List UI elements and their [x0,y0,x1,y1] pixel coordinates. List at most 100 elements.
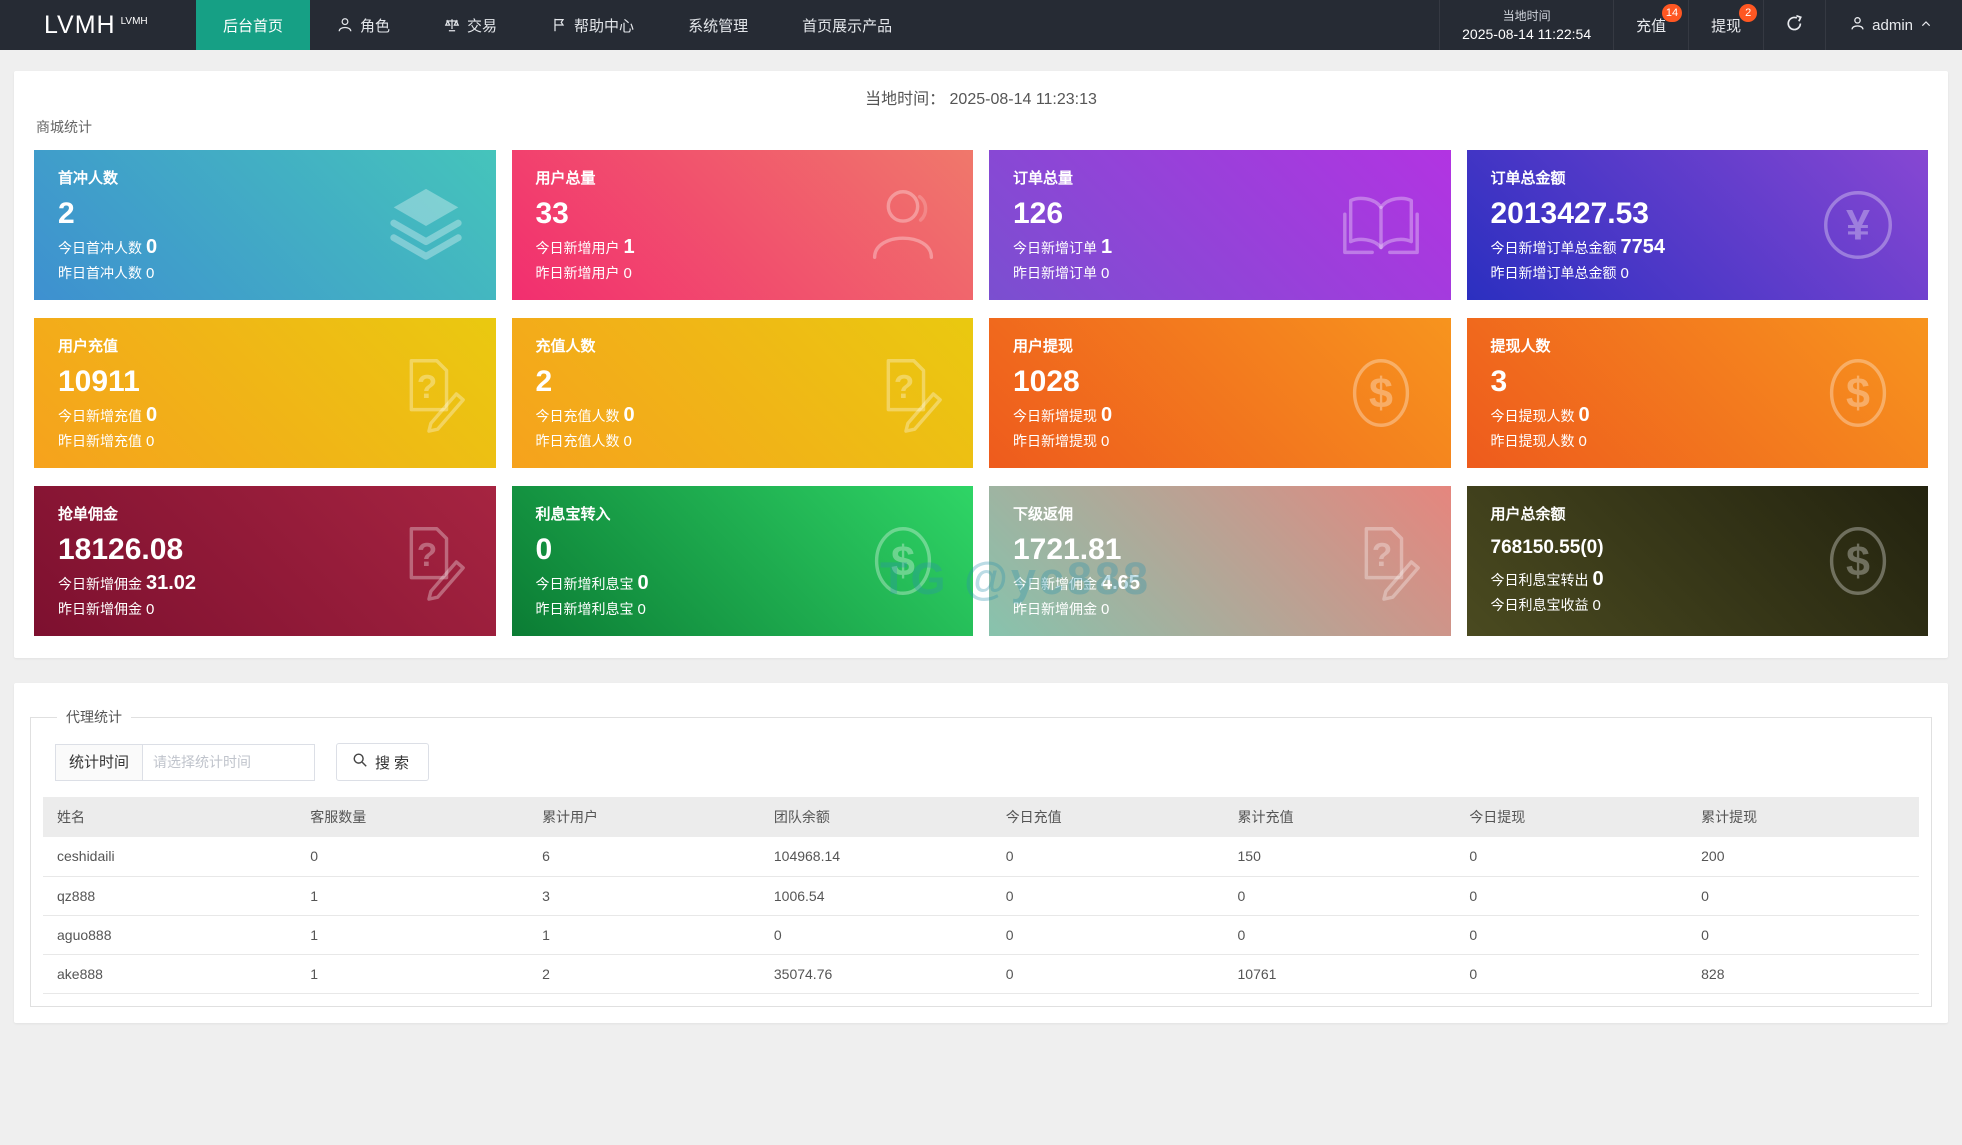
svg-text:?: ? [416,369,436,406]
user-icon [1850,16,1865,35]
stat-card: 用户总量 33 今日新增用户 1 昨日新增用户 0 [511,150,973,300]
filter-input-group: 统计时间 [55,743,316,781]
stat-today-label: 今日充值人数 [535,408,620,424]
stat-yesterday-value: 0 [146,433,155,450]
search-button[interactable]: 搜索 [336,743,430,781]
table-cell: 0 [1687,876,1919,916]
stat-yesterday-value: 0 [1101,433,1110,450]
table-cell: 10761 [1223,954,1456,994]
stat-yesterday-label: 昨日提现人数 [1490,433,1575,449]
nav-item-3[interactable]: 交易 [417,0,524,50]
table-cell: 0 [1223,876,1456,916]
stat-today-value: 1 [1101,236,1113,258]
refresh-icon [1786,14,1803,36]
stat-yesterday-label: 昨日新增提现 [1013,433,1097,449]
app-logo-text: LVMH [44,10,116,39]
stat-yesterday-label: 昨日新增订单总金额 [1490,265,1617,281]
table-cell: 6 [528,837,760,877]
refresh-button[interactable] [1763,0,1825,50]
stat-time-input[interactable] [143,743,316,781]
nav-item-label: 角色 [360,17,391,35]
stat-card: 用户总余额 768150.55(0) 今日利息宝转出 0 今日利息宝收益 0 $ [1466,486,1928,636]
table-header-cell: 今日提现 [1455,797,1688,837]
dollar-circle-icon: $ [859,517,947,605]
table-cell: 0 [991,954,1224,994]
svg-text:¥: ¥ [1846,202,1870,250]
svg-text:?: ? [416,537,436,574]
stat-yesterday-label: 今日利息宝收益 [1490,597,1589,613]
search-icon [352,752,368,772]
table-cell: ake888 [43,954,297,994]
dollar-circle-icon: $ [1337,349,1425,437]
stat-yesterday-label: 昨日充值人数 [535,433,620,449]
table-cell: 1 [528,915,760,955]
nav-item-1[interactable]: 后台首页 [196,0,311,50]
stat-today-value: 0 [1578,404,1590,426]
table-header-row: 姓名 客服数量 累计用户 团队余额 今日充值 累计充值 今日提现 累计提现 [43,797,1919,837]
table-header-cell: 团队余额 [759,797,992,837]
table-row: ake888 1 2 35074.76 0 10761 0 828 [43,954,1919,994]
table-header-cell: 今日充值 [991,797,1224,837]
topbar: LVMH LVMH 后台首页 角色 交易 帮助中心 系统管理 首页展示产品 当地时间 202… [0,0,1962,50]
stat-today-value: 4.65 [1101,572,1140,594]
user-name: admin [1872,16,1913,34]
stat-today-label: 今日新增利息宝 [535,576,634,592]
edit-doc-icon: ? [1337,517,1425,605]
table-cell: 0 [1455,915,1688,955]
table-row: qz888 1 3 1006.54 0 0 0 0 [43,876,1919,916]
nav-item-2[interactable]: 角色 [310,0,417,50]
stat-yesterday-value: 0 [1592,597,1601,614]
withdraw-label: 提现 [1711,17,1742,35]
stat-card: 提现人数 3 今日提现人数 0 昨日提现人数 0 $ [1466,318,1928,468]
table-cell: 0 [759,915,992,955]
stat-card: 下级返佣 1721.81 今日新增佣金 4.65 昨日新增佣金 0? [989,486,1451,636]
panel-time-value: 2025-08-14 11:23:13 [949,91,1097,108]
stat-card: 利息宝转入 0 今日新增利息宝 0 昨日新增利息宝 0 $ [511,486,973,636]
edit-doc-icon: ? [382,517,470,605]
table-cell: qz888 [43,876,297,916]
withdraw-button[interactable]: 提现 2 [1688,0,1763,50]
stat-card: 充值人数 2 今日充值人数 0 昨日充值人数 0? [511,318,973,468]
search-button-label: 搜索 [375,754,414,772]
flag-icon [551,17,567,33]
stat-yesterday-label: 昨日新增佣金 [1013,601,1097,617]
scales-icon [444,17,460,33]
nav-item-label: 帮助中心 [574,17,635,35]
table-cell: 0 [991,837,1224,877]
stat-yesterday-value: 0 [1101,265,1110,282]
stat-today-value: 0 [637,572,649,594]
stat-yesterday-value: 0 [623,265,632,282]
panel-local-time: 当地时间： 2025-08-14 11:23:13 [34,85,1928,108]
stat-yesterday-label: 昨日新增利息宝 [535,601,634,617]
book-icon [1337,181,1425,269]
yen-circle-icon: ¥ [1814,181,1902,269]
stat-today-label: 今日新增订单 [1013,240,1097,256]
agent-panel: 代理统计 统计时间 搜索 姓名客服数量累计用户团队余额今日充值累计充值今日提现累… [14,683,1948,1023]
nav-item-label: 系统管理 [688,17,749,35]
nav-item-label: 首页展示产品 [802,17,893,35]
nav-item-label: 交易 [467,17,498,35]
stat-yesterday-value: 0 [637,601,646,618]
nav-item-6[interactable]: 首页展示产品 [775,0,919,50]
recharge-button[interactable]: 充值 14 [1613,0,1688,50]
chevron-up-icon [1920,17,1932,34]
table-header-cell: 累计用户 [528,797,760,837]
stats-cards-grid: 首冲人数 2 今日首冲人数 0 昨日首冲人数 0 用户总量 33 今日新增用户 1 昨日新增用户 0 订… [34,150,1928,636]
table-header-cell: 累计充值 [1223,797,1456,837]
stat-today-label: 今日提现人数 [1490,408,1575,424]
stat-card: 用户充值 10911 今日新增充值 0 昨日新增充值 0? [34,318,496,468]
stat-today-value: 31.02 [146,572,197,594]
nav-item-5[interactable]: 系统管理 [661,0,775,50]
filter-label: 统计时间 [55,743,144,781]
panel-time-label: 当地时间： [865,91,946,108]
nav-item-4[interactable]: 帮助中心 [524,0,661,50]
agent-table: 姓名 客服数量 累计用户 团队余额 今日充值 累计充值 今日提现 累计提现 ceshidail… [43,797,1919,994]
stat-yesterday-label: 昨日首冲人数 [58,265,142,281]
topbar-local-time: 当地时间 2025-08-14 11:22:54 [1439,0,1613,50]
stat-yesterday-label: 昨日新增充值 [58,433,142,449]
stat-today-label: 今日新增佣金 [58,576,142,592]
local-time-label: 当地时间 [1502,8,1551,23]
svg-text:?: ? [1371,537,1391,574]
stat-card: 用户提现 1028 今日新增提现 0 昨日新增提现 0 $ [989,318,1451,468]
user-menu[interactable]: admin [1825,0,1962,50]
